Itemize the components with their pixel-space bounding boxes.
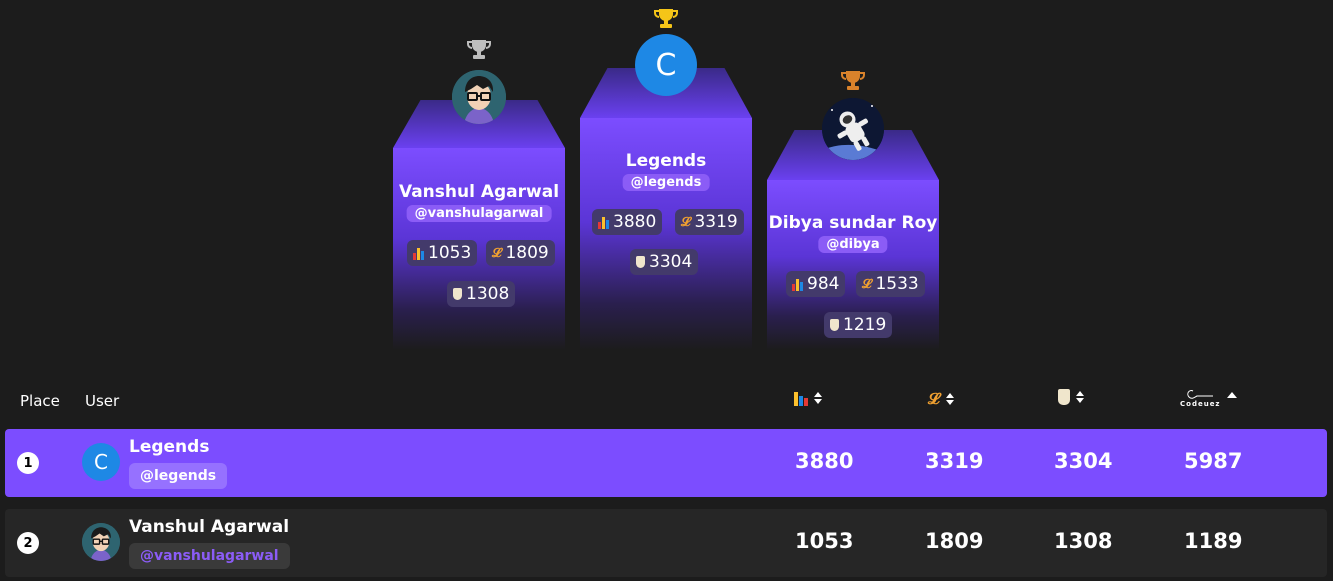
codechef-rating: 3880 (795, 449, 854, 473)
user-handle[interactable]: @vanshulagarwal (129, 543, 290, 569)
codeforces-rating: 1219 (843, 315, 887, 335)
codeforces-icon (453, 288, 462, 300)
avatar-letter: C (655, 47, 677, 83)
codeforces-icon (830, 319, 839, 331)
leetcode-rating-chip: 𝓛 1809 (486, 240, 555, 266)
sort-ascending-icon (1226, 392, 1237, 398)
rank-badge: 1 (17, 452, 39, 474)
column-header-user: User (85, 392, 120, 410)
leetcode-rating: 1533 (875, 274, 919, 294)
sort-codeforces-header[interactable] (1058, 389, 1084, 405)
sort-codechef-header[interactable] (794, 390, 822, 406)
codechef-icon (598, 215, 609, 229)
codeforces-rating: 3304 (1054, 449, 1113, 473)
table-row[interactable]: 1 C Legends @legends 3880 3319 3304 5987 (5, 429, 1327, 497)
avatar-letter: C (94, 450, 108, 474)
sort-total-header[interactable]: Codeuez (1180, 388, 1237, 408)
codechef-rating: 3880 (613, 212, 657, 232)
sort-arrows-icon (814, 392, 822, 404)
leetcode-rating: 1809 (925, 529, 984, 553)
table-row[interactable]: 2 Vanshul Agarwal @vanshulagarwal 1053 1… (5, 509, 1327, 577)
leetcode-rating-chip: 𝓛 1533 (856, 271, 925, 297)
leetcode-rating: 3319 (694, 212, 738, 232)
codechef-rating-chip: 3880 (592, 209, 663, 235)
codeforces-rating-chip: 1219 (824, 312, 893, 338)
sort-arrows-icon (945, 393, 954, 405)
codeforces-rating: 1308 (1054, 529, 1113, 553)
trophy-gold-icon (654, 9, 678, 28)
codechef-rating: 984 (807, 274, 840, 294)
leetcode-icon: 𝓛 (681, 214, 691, 230)
total-score: 1189 (1184, 529, 1243, 553)
cartoon-avatar-icon (452, 70, 506, 124)
column-header-place: Place (20, 392, 60, 410)
signature-icon (1187, 390, 1214, 399)
codeforces-icon (1058, 389, 1070, 405)
trophy-silver-icon (467, 40, 491, 59)
podium-handle[interactable]: @legends (622, 174, 710, 191)
podium-handle[interactable]: @dibya (818, 236, 888, 253)
codechef-icon (413, 246, 424, 260)
leetcode-rating: 1809 (505, 243, 549, 263)
codeforces-rating-chip: 1308 (447, 281, 516, 307)
avatar[interactable] (82, 523, 120, 561)
codechef-rating-chip: 984 (786, 271, 846, 297)
cartoon-avatar-icon (82, 523, 120, 561)
rank-badge: 2 (17, 532, 39, 554)
codechef-rating: 1053 (428, 243, 472, 263)
codeforces-icon (636, 256, 645, 268)
avatar[interactable] (822, 98, 884, 160)
astronaut-avatar-icon (822, 98, 884, 160)
sort-arrows-icon (1076, 391, 1084, 403)
avatar[interactable]: C (82, 443, 120, 481)
codechef-rating-chip: 1053 (407, 240, 478, 266)
podium-name: Vanshul Agarwal (398, 182, 560, 202)
user-name[interactable]: Legends (129, 437, 209, 457)
codechef-icon (792, 277, 803, 291)
avatar[interactable]: C (635, 34, 697, 96)
avatar[interactable] (452, 70, 506, 124)
user-name[interactable]: Vanshul Agarwal (129, 517, 289, 537)
codeforces-rating-chip: 3304 (630, 249, 699, 275)
leetcode-rating: 3319 (925, 449, 984, 473)
leetcode-icon: 𝓛 (862, 276, 872, 292)
podium-name: Legends (625, 151, 707, 171)
podium-name: Dibya sundar Roy (768, 213, 938, 233)
leetcode-icon: 𝓛 (492, 245, 502, 261)
codechef-icon (794, 390, 808, 406)
trophy-bronze-icon (841, 71, 865, 90)
leetcode-rating-chip: 𝓛 3319 (675, 209, 744, 235)
codechef-rating: 1053 (795, 529, 854, 553)
leetcode-icon: 𝓛 (928, 389, 940, 408)
codeforces-rating: 1308 (466, 284, 510, 304)
user-handle[interactable]: @legends (129, 463, 228, 489)
codeuez-logo: Codeuez (1180, 388, 1221, 408)
sort-leetcode-header[interactable]: 𝓛 (928, 389, 954, 409)
total-score: 5987 (1184, 449, 1243, 473)
podium-handle[interactable]: @vanshulagarwal (406, 205, 552, 222)
codeforces-rating: 3304 (649, 252, 693, 272)
